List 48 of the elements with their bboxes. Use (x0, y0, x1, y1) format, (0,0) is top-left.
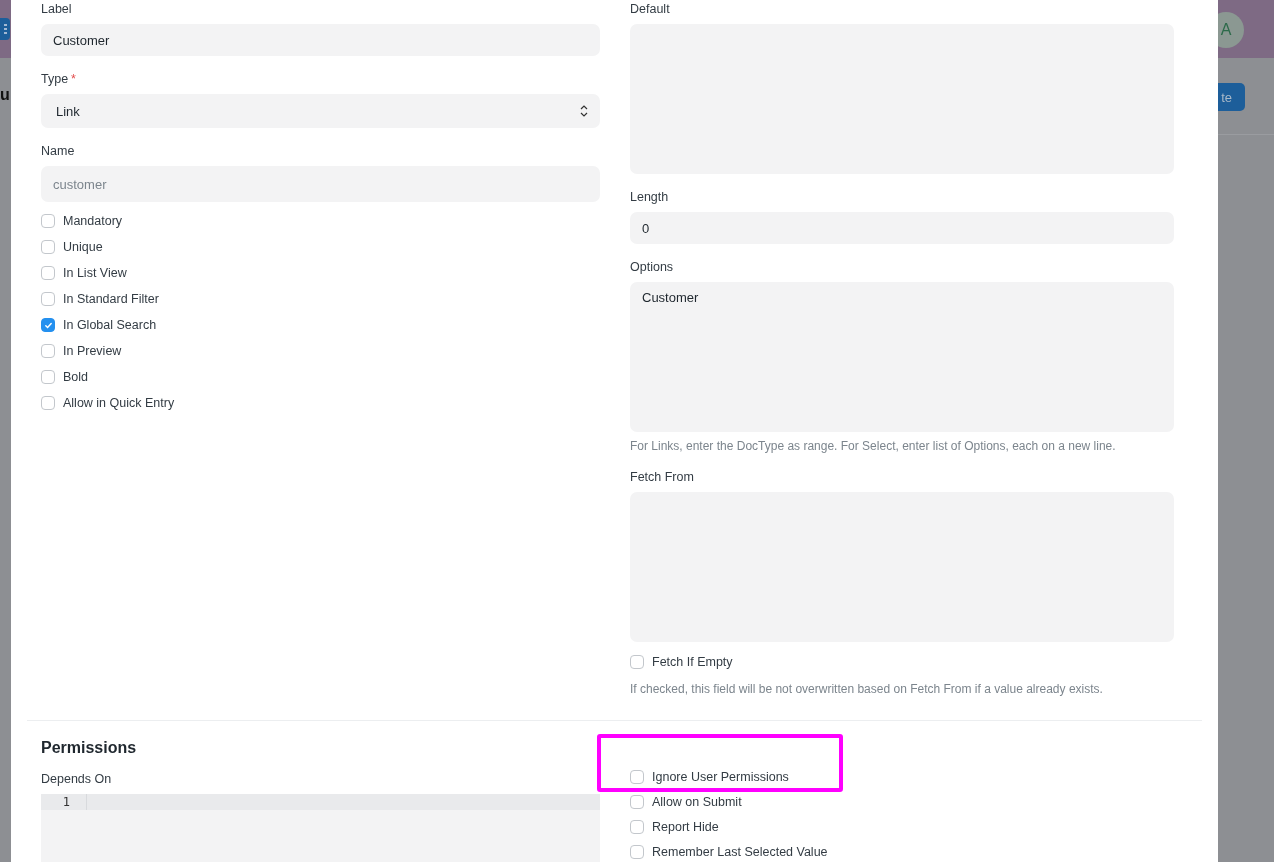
page-heading: u (0, 86, 10, 104)
checkbox-label: In Standard Filter (63, 292, 159, 306)
required-mark: * (71, 72, 76, 86)
checkbox[interactable] (41, 318, 55, 332)
field-label: Depends On (41, 771, 113, 788)
select-field[interactable]: Link (41, 94, 600, 128)
input-field[interactable]: customer (41, 166, 600, 202)
checkbox-label: Remember Last Selected Value (652, 844, 828, 859)
checkbox-label: In Preview (63, 344, 122, 358)
field-label: Options (630, 259, 675, 276)
field-label: Length (630, 189, 670, 206)
checkbox-label: Bold (63, 370, 89, 384)
checkbox[interactable] (41, 292, 55, 306)
checkbox[interactable] (630, 819, 644, 834)
checkbox[interactable] (41, 396, 55, 410)
checkbox-label: Unique (63, 240, 103, 254)
input-field[interactable]: Customer (41, 24, 600, 56)
field-label: Default (630, 1, 671, 18)
checkbox-label: In Global Search (63, 318, 157, 332)
check-icon (43, 320, 53, 330)
input-field[interactable]: 0 (630, 212, 1174, 244)
menu-icon (4, 24, 8, 34)
text-area[interactable]: Customer (630, 282, 1174, 432)
checkbox-label: Ignore User Permissions (652, 769, 789, 784)
help-text: For Links, enter the DocType as range. For Select, enter list of Options, each on a new line. (630, 438, 1117, 454)
checkbox[interactable] (41, 344, 55, 358)
help-text: If checked, this field will be not overwritten based on Fetch From if a value already exists. (630, 681, 1104, 697)
section-title: Permissions (41, 738, 138, 758)
chevron-icon (580, 104, 588, 118)
checkbox[interactable] (41, 214, 55, 228)
field-label: Name (41, 143, 76, 160)
checkbox[interactable] (41, 240, 55, 254)
field-label: Label (41, 1, 73, 18)
checkbox[interactable] (630, 794, 644, 809)
checkbox[interactable] (630, 844, 644, 859)
checkbox-label: Report Hide (652, 819, 719, 834)
code-editor[interactable]: 1 (41, 794, 600, 862)
field-label: Type (41, 72, 69, 86)
checkbox-label: Allow in Quick Entry (63, 396, 175, 410)
checkbox[interactable] (630, 655, 644, 669)
checkbox[interactable] (41, 266, 55, 280)
checkbox-label: Mandatory (63, 214, 123, 228)
field-label: Fetch From (630, 469, 695, 486)
checkbox-label: Allow on Submit (652, 794, 742, 809)
checkbox[interactable] (41, 370, 55, 384)
checkbox[interactable] (630, 769, 644, 784)
checkbox-label: Fetch If Empty (652, 655, 733, 669)
checkbox-label: In List View (63, 266, 127, 280)
